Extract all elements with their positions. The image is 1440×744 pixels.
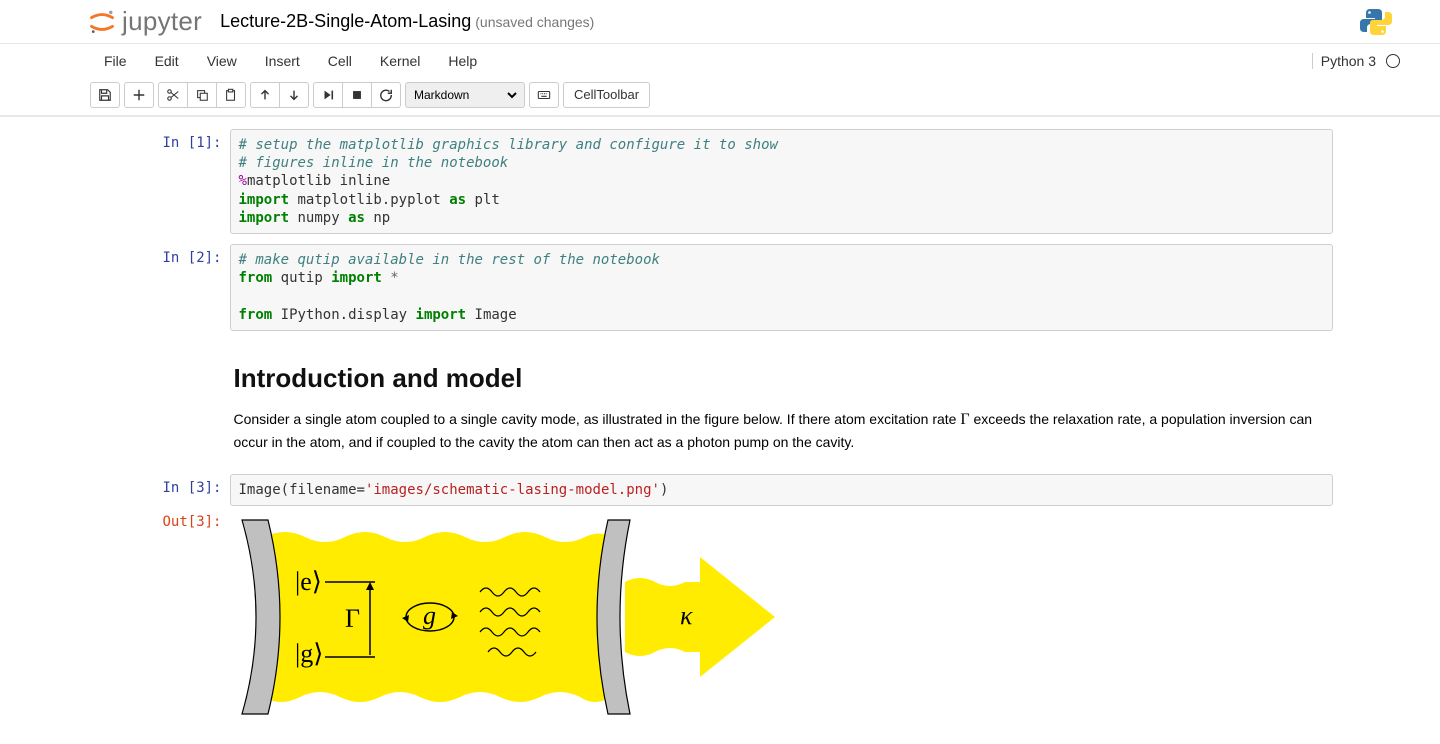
code-input[interactable]: # setup the matplotlib graphics library … <box>230 129 1333 234</box>
diagram-g-label: |g⟩ <box>295 639 323 668</box>
menu-help[interactable]: Help <box>434 49 491 73</box>
python-logo-icon <box>1360 6 1392 38</box>
scissors-icon <box>166 88 180 102</box>
menu-edit[interactable]: Edit <box>141 49 193 73</box>
output-prompt: Out[3]: <box>108 508 230 725</box>
lasing-schematic-image: |e⟩ |g⟩ Γ g κ <box>230 512 775 722</box>
move-down-button[interactable] <box>279 82 309 108</box>
cell-type-dropdown[interactable]: Code Markdown Raw NBConvert Heading <box>410 83 520 107</box>
intro-paragraph: Consider a single atom coupled to a sing… <box>234 408 1329 454</box>
menu-insert[interactable]: Insert <box>251 49 314 73</box>
move-up-button[interactable] <box>250 82 280 108</box>
celltoolbar-button[interactable]: CellToolbar <box>563 82 650 108</box>
arrow-up-icon <box>258 88 272 102</box>
arrow-down-icon <box>287 88 301 102</box>
cut-button[interactable] <box>158 82 188 108</box>
kernel-name[interactable]: Python 3 <box>1312 53 1376 69</box>
plus-icon <box>132 88 146 102</box>
repeat-icon <box>379 88 393 102</box>
restart-button[interactable] <box>371 82 401 108</box>
cell-type-select[interactable]: Code Markdown Raw NBConvert Heading <box>405 82 525 108</box>
notebook-header: jupyter Lecture-2B-Single-Atom-Lasing (u… <box>0 0 1440 44</box>
menu-view[interactable]: View <box>193 49 251 73</box>
kernel-indicator-icon[interactable] <box>1386 54 1400 68</box>
toolbar: Code Markdown Raw NBConvert Heading Cell… <box>0 78 1440 116</box>
diagram-gamma-label: Γ <box>345 604 360 633</box>
jupyter-logo-icon <box>88 8 116 36</box>
code-cell[interactable]: In [1]: # setup the matplotlib graphics … <box>108 129 1333 234</box>
save-button[interactable] <box>90 82 120 108</box>
heading-introduction: Introduction and model <box>234 363 1329 394</box>
keyboard-icon <box>537 88 551 102</box>
code-input[interactable]: # make qutip available in the rest of th… <box>230 244 1333 331</box>
code-cell[interactable]: In [3]: Image(filename='images/schematic… <box>108 474 1333 506</box>
paste-icon <box>224 88 238 102</box>
copy-button[interactable] <box>187 82 217 108</box>
diagram-e-label: |e⟩ <box>295 567 322 596</box>
command-palette-button[interactable] <box>529 82 559 108</box>
menu-kernel[interactable]: Kernel <box>366 49 434 73</box>
menu-file[interactable]: File <box>90 49 141 73</box>
code-cell[interactable]: In [2]: # make qutip available in the re… <box>108 244 1333 331</box>
save-icon <box>98 88 112 102</box>
menubar: File Edit View Insert Cell Kernel Help P… <box>0 44 1440 78</box>
unsaved-indicator: (unsaved changes) <box>475 14 594 30</box>
input-prompt: In [3]: <box>108 474 230 506</box>
jupyter-logo-text: jupyter <box>122 6 202 37</box>
diagram-g-coupling-label: g <box>423 601 436 630</box>
markdown-prompt <box>108 341 230 464</box>
interrupt-button[interactable] <box>342 82 372 108</box>
insert-cell-button[interactable] <box>124 82 154 108</box>
copy-icon <box>195 88 209 102</box>
input-prompt: In [1]: <box>108 129 230 234</box>
jupyter-logo[interactable]: jupyter <box>88 6 202 37</box>
run-button[interactable] <box>313 82 343 108</box>
paste-button[interactable] <box>216 82 246 108</box>
stop-icon <box>350 88 364 102</box>
step-forward-icon <box>321 88 335 102</box>
diagram-kappa-label: κ <box>680 601 693 630</box>
code-input[interactable]: Image(filename='images/schematic-lasing-… <box>230 474 1333 506</box>
input-prompt: In [2]: <box>108 244 230 331</box>
notebook-container: In [1]: # setup the matplotlib graphics … <box>98 117 1343 744</box>
menu-cell[interactable]: Cell <box>314 49 366 73</box>
markdown-cell[interactable]: Introduction and model Consider a single… <box>108 341 1333 464</box>
notebook-name[interactable]: Lecture-2B-Single-Atom-Lasing <box>220 11 471 32</box>
output-cell: Out[3]: |e⟩ |g⟩ Γ <box>108 508 1333 725</box>
